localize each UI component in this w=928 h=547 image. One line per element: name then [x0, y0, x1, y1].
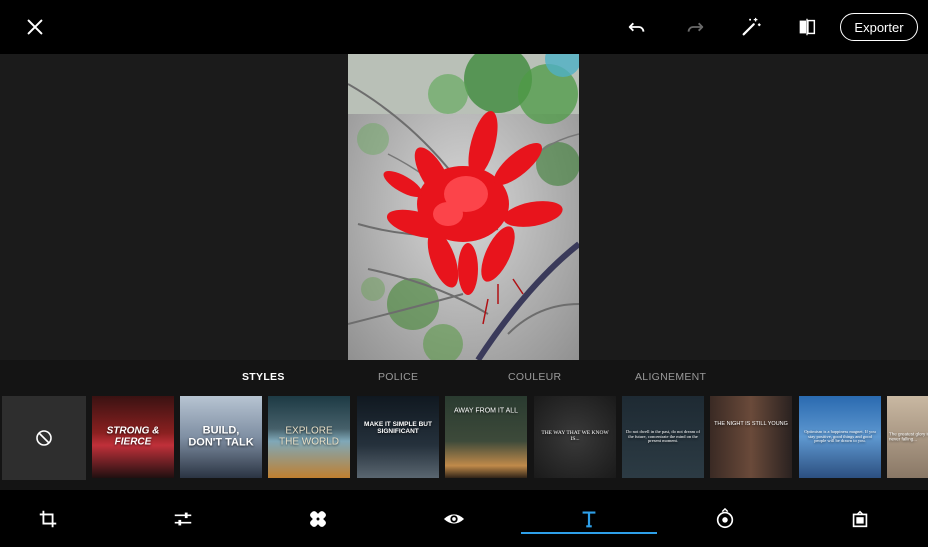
- text-icon[interactable]: [576, 506, 602, 532]
- photo-canvas[interactable]: [0, 54, 928, 360]
- style-caption: MAKE IT SIMPLE BUT SIGNIFICANT: [364, 420, 432, 435]
- style-caption: AWAY FROM IT ALL: [453, 407, 519, 415]
- eye-icon[interactable]: [441, 506, 467, 532]
- adjust-sliders-icon[interactable]: [170, 506, 196, 532]
- style-thumb[interactable]: MAKE IT SIMPLE BUT SIGNIFICANT: [357, 396, 439, 478]
- text-tabs: STYLES POLICE COULEUR ALIGNEMENT: [0, 360, 928, 394]
- style-thumb[interactable]: Do not dwell in the past, do not dream o…: [622, 396, 704, 478]
- style-caption: Optimism is a happiness magnet. If you s…: [804, 428, 876, 444]
- heal-icon[interactable]: [305, 506, 331, 532]
- tab-police[interactable]: POLICE: [378, 371, 418, 383]
- style-thumb[interactable]: Optimism is a happiness magnet. If you s…: [799, 396, 881, 478]
- tab-styles[interactable]: STYLES: [242, 371, 285, 383]
- style-thumb[interactable]: The greatest glory in living lies not in…: [887, 396, 928, 478]
- export-button[interactable]: Exporter: [840, 13, 918, 41]
- style-thumb[interactable]: BUILD, DON'T TALK: [180, 396, 262, 478]
- compare-icon[interactable]: [792, 12, 822, 42]
- crop-icon[interactable]: [35, 506, 61, 532]
- tab-couleur[interactable]: COULEUR: [508, 371, 561, 383]
- frame-icon[interactable]: [847, 506, 873, 532]
- magic-wand-icon[interactable]: [736, 12, 766, 42]
- top-bar: Exporter: [0, 0, 928, 54]
- tab-alignement[interactable]: ALIGNEMENT: [635, 371, 706, 383]
- redo-icon[interactable]: [680, 12, 710, 42]
- style-caption: BUILD, DON'T TALK: [188, 424, 254, 448]
- style-caption: STRONG & FIERCE: [106, 425, 160, 447]
- style-thumb[interactable]: STRONG & FIERCE: [92, 396, 174, 478]
- style-thumb[interactable]: THE WAY THAT WE KNOW IS...: [534, 396, 616, 478]
- undo-icon[interactable]: [622, 12, 652, 42]
- none-icon: [36, 430, 52, 446]
- style-thumb[interactable]: THE NIGHT IS STILL YOUNG: [710, 396, 792, 478]
- style-caption: THE WAY THAT WE KNOW IS...: [541, 430, 609, 442]
- photo-preview[interactable]: [348, 54, 579, 360]
- style-caption: THE NIGHT IS STILL YOUNG: [714, 420, 788, 427]
- no-style-tile[interactable]: [2, 396, 86, 480]
- active-tool-indicator: [521, 532, 657, 534]
- sticker-icon[interactable]: [712, 506, 738, 532]
- text-tool-panel: STYLES POLICE COULEUR ALIGNEMENT STRONG …: [0, 360, 928, 490]
- style-caption: Do not dwell in the past, do not dream o…: [626, 428, 700, 444]
- flower-photo: [348, 54, 579, 360]
- close-icon[interactable]: [20, 12, 50, 42]
- style-thumb[interactable]: AWAY FROM IT ALL: [445, 396, 527, 478]
- style-caption: EXPLORE THE WORLD: [279, 425, 339, 447]
- styles-strip[interactable]: STRONG & FIERCE BUILD, DON'T TALK EXPLOR…: [0, 394, 928, 480]
- style-caption: The greatest glory in living lies not in…: [889, 431, 928, 441]
- style-thumb[interactable]: EXPLORE THE WORLD: [268, 396, 350, 478]
- tool-bar: [0, 490, 928, 547]
